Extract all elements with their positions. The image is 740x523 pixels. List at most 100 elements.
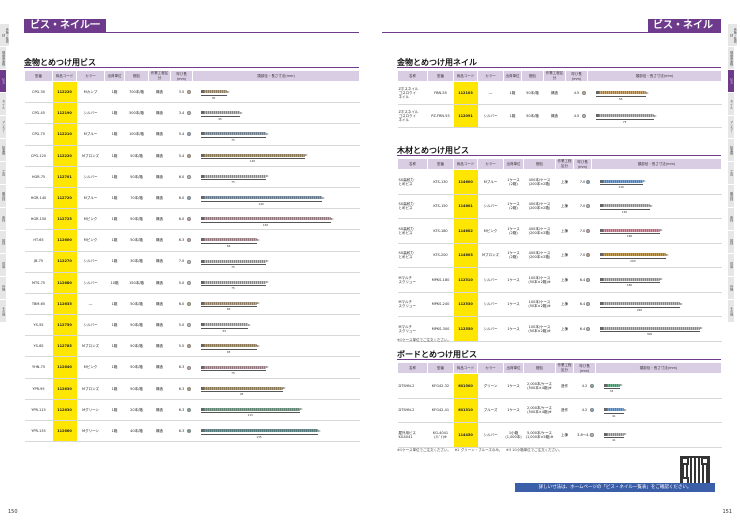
side-tab[interactable]: 接着剤 xyxy=(728,139,734,161)
table-row: 屋外用ビス KG4041 KG-4041 (ﾐﾄﾞﾘ)※ 114450 シルバー 1小箱… xyxy=(397,422,722,448)
side-tab[interactable]: 工具 xyxy=(0,162,6,184)
cell-unit: 1ケース xyxy=(503,292,524,317)
screw-head-icon xyxy=(186,174,191,179)
cell-code: 112750 xyxy=(52,314,77,337)
cell-model: KTS-130 xyxy=(427,169,454,195)
side-tab[interactable]: ネイル xyxy=(728,93,734,115)
length-label: 240 xyxy=(599,306,680,312)
side-tab[interactable]: ビス xyxy=(728,70,734,92)
cell-color: シルバー xyxy=(477,316,504,342)
qr-code[interactable] xyxy=(680,456,710,486)
cell-process: 構造 xyxy=(543,81,566,105)
cell-pack: 70本/箱 xyxy=(124,187,149,210)
side-tab[interactable]: 床材 xyxy=(0,208,6,230)
page-title-left: ビス・ネイル一覧 xyxy=(24,19,106,44)
table-row: DTSHN-2 KFG42-32 801500 グリーン 1ケース 2,000本/ケース … xyxy=(397,373,722,399)
length-label: 32 xyxy=(603,388,620,393)
side-tab[interactable]: 建材 xyxy=(0,231,6,253)
side-tab[interactable]: 外構 xyxy=(728,277,734,299)
cell-name: Mマルチ スクリュー xyxy=(397,267,428,293)
length-label: 65 xyxy=(200,242,257,248)
column-header: カラー xyxy=(477,362,504,374)
screw-illustration: 65 xyxy=(186,335,360,358)
cell-name: Mマルチ スクリュー xyxy=(397,292,428,317)
length-label: 65 xyxy=(200,348,257,354)
screw-illustration: 150 xyxy=(585,194,722,219)
cell-process: 構造 xyxy=(148,314,171,337)
cell-color: Mピンク xyxy=(477,218,504,244)
board-bis-footnote: ※1ケース単位でご注文ください。 ※2 グリーン・ブルーズのみ。 ※3 10小箱… xyxy=(397,448,563,452)
cell-model: CPG-75 xyxy=(24,123,53,146)
length-label: 75 xyxy=(200,179,266,184)
table-row: HGR-150 112725 Mピンク 1箱 50本/箱 構造 6.0 150 xyxy=(24,208,360,231)
cell-unit: 1箱 xyxy=(503,81,522,105)
metal-bis-table: 型番 商品コード カラー 出荷単位 梱包 作業工程区分 呼び長(mm) 頭部径・長さ寸法(mm… xyxy=(24,70,360,443)
column-header: 出荷単位 xyxy=(503,362,524,374)
cell-unit: 1箱 xyxy=(104,293,125,316)
cell-model: YHN-75 xyxy=(24,356,53,379)
table-row: CPG-75 112210 Mブルー 1箱 100本/箱 構造 5.4 75 xyxy=(24,123,360,146)
cell-color: Mカンプ xyxy=(76,81,105,104)
screw-illustration: 130 xyxy=(585,169,722,195)
screw-head-icon xyxy=(589,408,594,413)
cell-unit: 1箱 xyxy=(104,187,125,210)
length-label: 200 xyxy=(599,257,667,263)
side-tab[interactable]: 副資材 xyxy=(728,185,734,207)
cell-process: 造作 xyxy=(555,398,574,423)
side-tab[interactable]: 住設 xyxy=(0,254,6,276)
side-tab[interactable]: その他 xyxy=(728,300,734,322)
cell-model: MPKS-180 xyxy=(427,267,454,293)
cell-pack: 50本/箱 xyxy=(124,335,149,358)
cell-code: 112660 xyxy=(52,420,77,443)
length-label: 300 xyxy=(599,331,700,336)
column-header: 作業工程区分 xyxy=(555,362,574,374)
side-tab[interactable]: 合板・集成材 xyxy=(0,24,10,46)
screw-illustration: 30 xyxy=(186,81,360,104)
side-tab[interactable]: 合板・集成材 xyxy=(728,24,738,46)
screw-illustration: 180 xyxy=(585,218,722,244)
side-tab[interactable]: 建材 xyxy=(728,231,734,253)
side-tab[interactable]: アンカー xyxy=(0,116,6,138)
screw-head-icon xyxy=(186,365,191,370)
website-banner[interactable]: 詳しい寸法は、ホームページの「ビス・ネイル一覧表」をご確認ください。 xyxy=(515,483,715,492)
cell-process: 構造 xyxy=(148,166,171,188)
length-label: 120 xyxy=(200,158,305,163)
side-tab[interactable]: 構造用金物 xyxy=(0,47,6,69)
side-tab[interactable]: 接着剤 xyxy=(0,139,6,161)
cell-process: 上棟 xyxy=(555,169,574,195)
side-tab[interactable]: その他 xyxy=(0,300,6,322)
cell-color: シルバー xyxy=(76,314,105,337)
length-label: 65 xyxy=(595,95,647,101)
page-title-right: ビス・ネイル一覧 xyxy=(648,19,721,44)
cell-unit: 1箱 xyxy=(104,229,125,252)
cell-color: ブルーズ xyxy=(477,398,504,423)
side-tab[interactable]: 外構 xyxy=(0,277,6,299)
side-tab[interactable]: 工具 xyxy=(728,162,734,184)
table-row: CPG-120 112220 Mブロンズ 1箱 50本/箱 構造 5.4 120 xyxy=(24,145,360,167)
screw-icon xyxy=(599,326,703,330)
side-tab[interactable]: 住設 xyxy=(728,254,734,276)
side-tab[interactable]: 副資材 xyxy=(0,185,6,207)
side-tab[interactable]: ビス xyxy=(0,70,6,92)
screw-illustration: 95 xyxy=(186,378,360,400)
column-header: 呼び長(mm) xyxy=(573,158,592,170)
cell-code: 112103 xyxy=(453,81,478,105)
screw-icon xyxy=(599,179,647,183)
cell-unit: 1箱 xyxy=(503,104,522,128)
table-row: SX高耐力 とめビス KTS-150 114601 シルバー 1ケース (2箱) 400本… xyxy=(397,194,722,219)
length-label: 45 xyxy=(200,115,240,121)
side-tab[interactable]: ネイル xyxy=(0,93,6,115)
screw-head-icon xyxy=(585,326,590,331)
cell-process: 構造 xyxy=(148,102,171,125)
cell-model: HGR-150 xyxy=(24,208,53,231)
side-tab[interactable]: アンカー xyxy=(728,116,734,138)
cell-name: 屋外用ビス KG4041 xyxy=(397,422,428,448)
side-tab[interactable]: 床材 xyxy=(728,208,734,230)
table-row: YPR-115 112630 Mグリーン 1箱 20本/箱 構造 6.3 115 xyxy=(24,399,360,422)
cell-color: Mピンク xyxy=(76,229,105,252)
column-header: 梱包 xyxy=(523,362,556,374)
board-bis-table: 名称 型番 商品コード カラー 出荷単位 梱包 作業工程区分 呼び長(mm) 頭部径・長さ寸法(… xyxy=(397,362,722,448)
screw-illustration: 150 xyxy=(186,208,360,231)
side-tab[interactable]: 構造用金物 xyxy=(728,47,734,69)
screw-icon xyxy=(200,132,269,136)
